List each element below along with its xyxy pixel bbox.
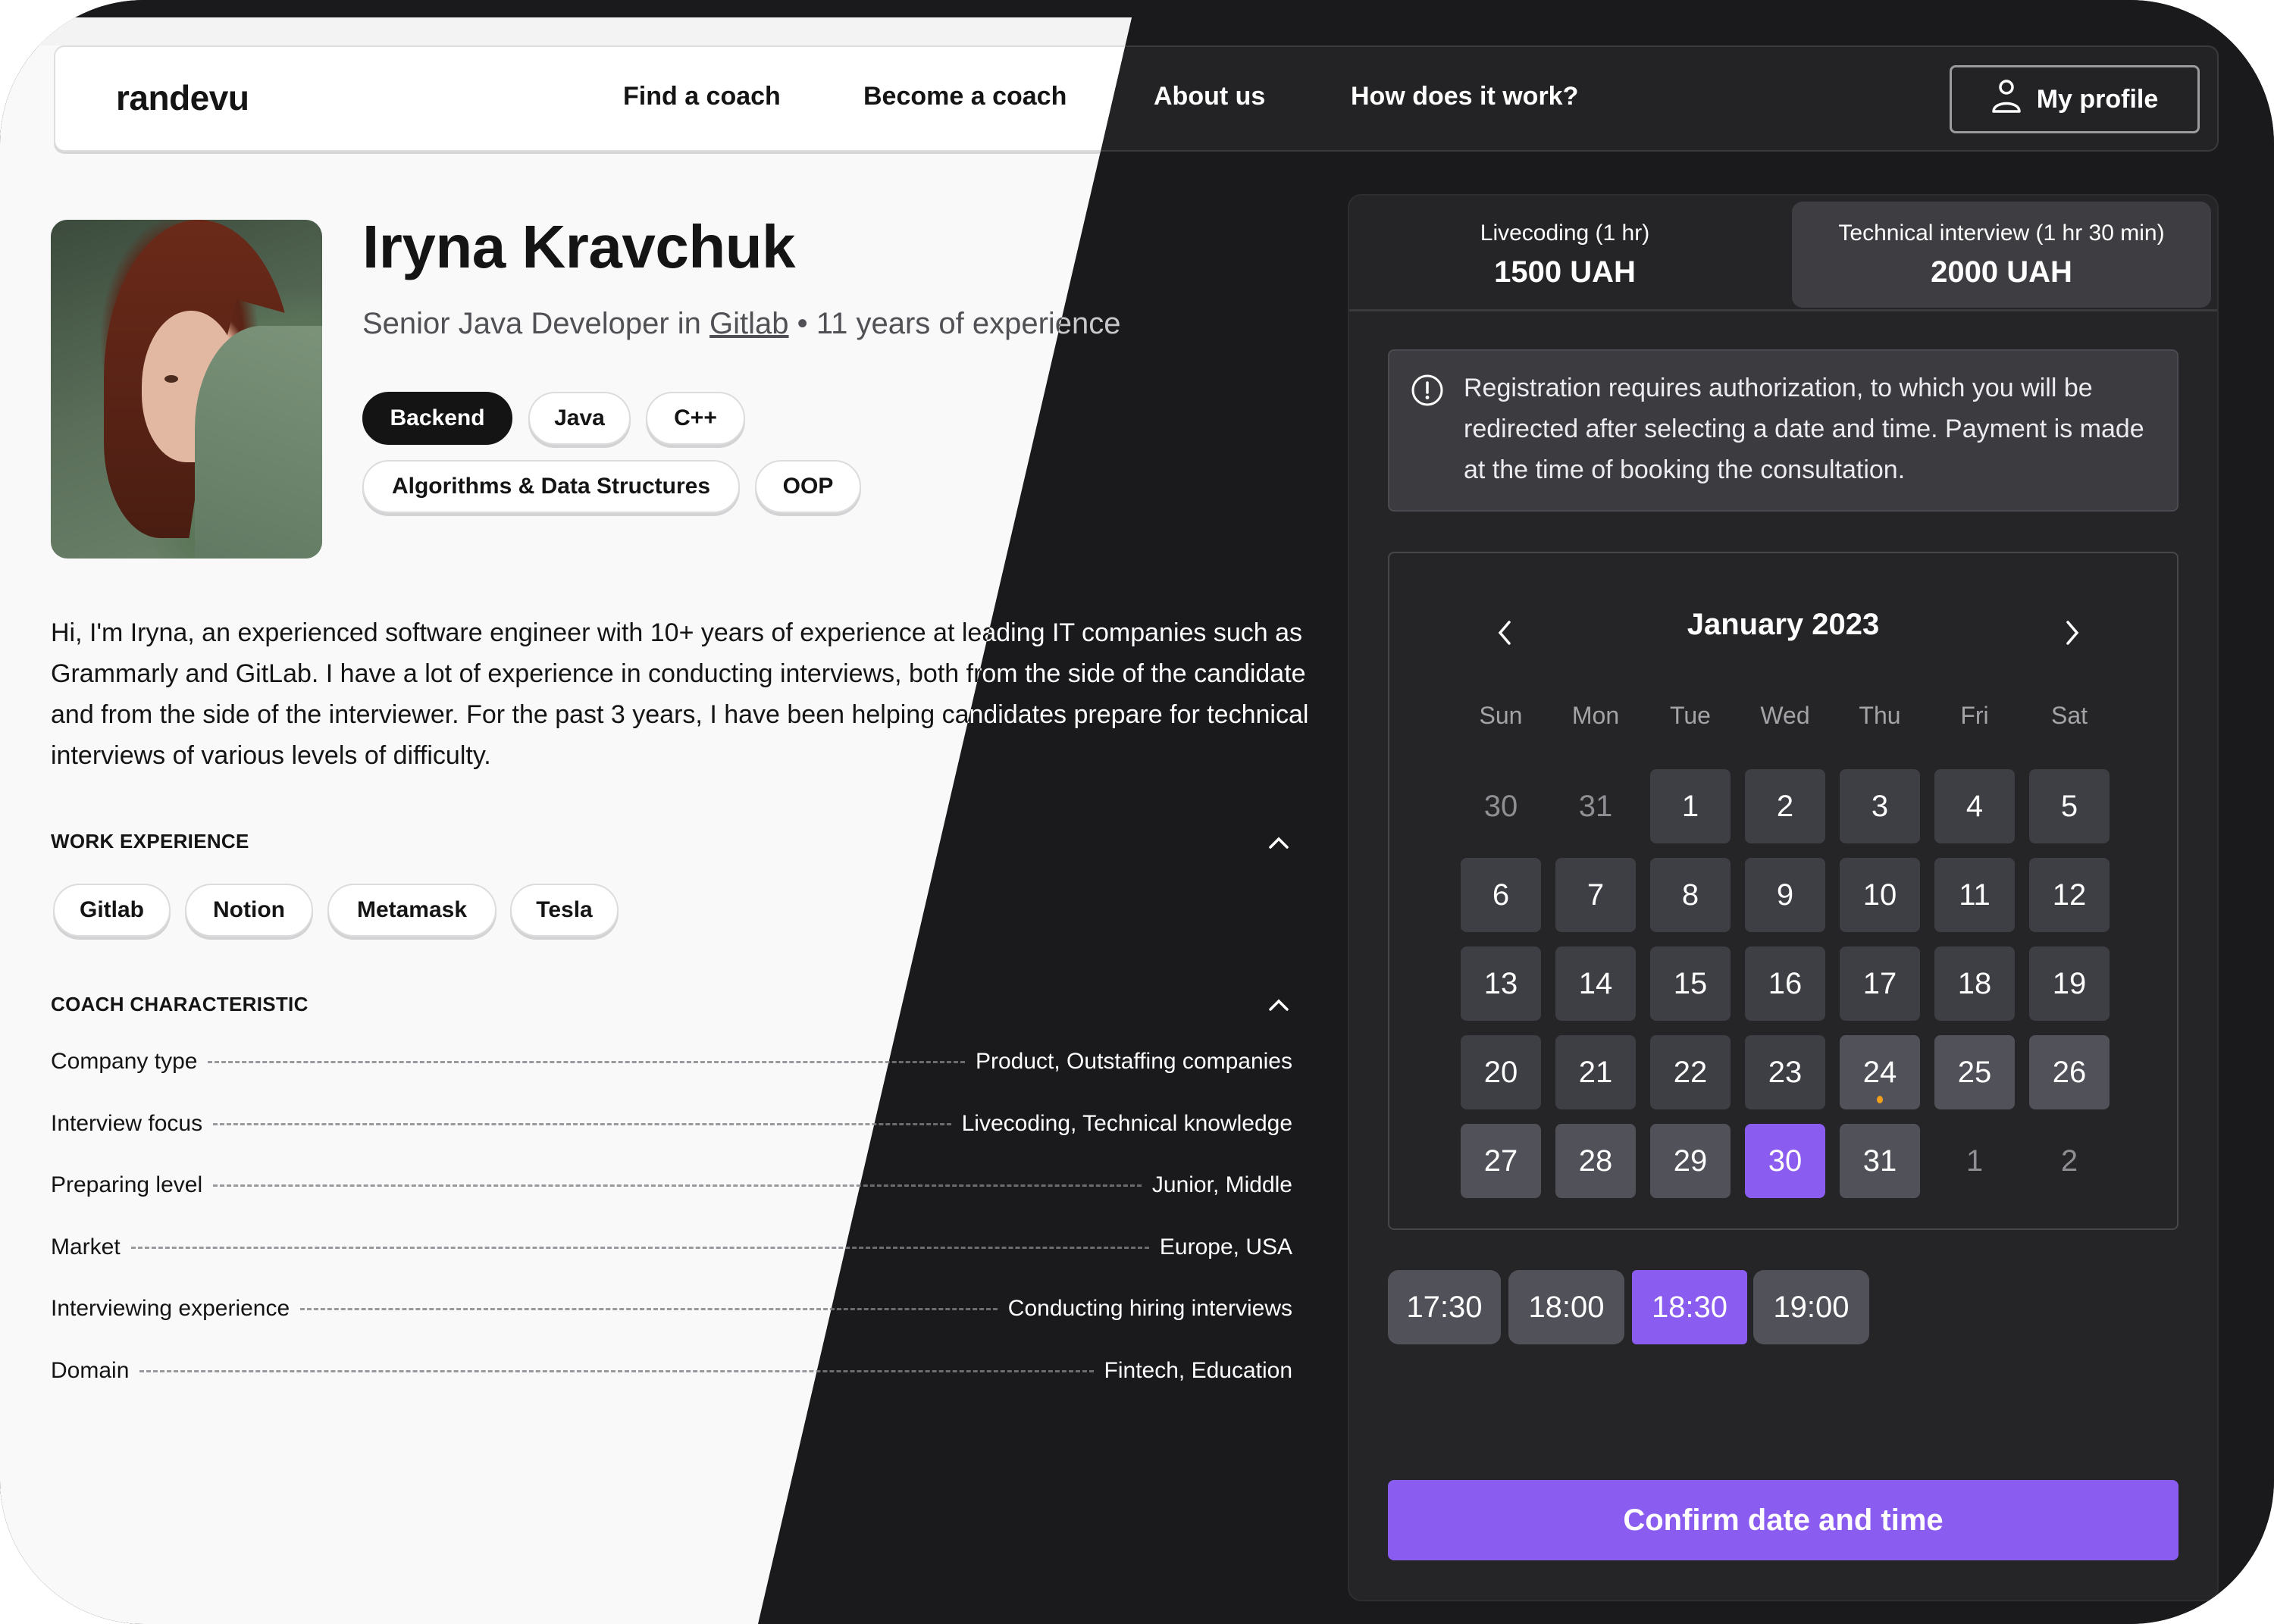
weekday-label: Mon	[1571, 702, 1620, 729]
calendar-day[interactable]: 24	[1840, 1035, 1920, 1109]
user-icon	[1991, 78, 2022, 121]
calendar-day[interactable]: 11	[1934, 858, 2015, 932]
confirm-date-time-button[interactable]: Confirm date and time	[1388, 1480, 2178, 1560]
calendar-day[interactable]: 10	[1840, 858, 1920, 932]
company-link[interactable]: Gitlab	[709, 307, 789, 340]
calendar-day[interactable]: 7	[1555, 858, 1636, 932]
tab-technical-interview[interactable]: Technical interview (1 hr 30 min) 2000 U…	[1792, 202, 2211, 308]
coach-photo	[51, 220, 322, 559]
calendar-day[interactable]: 23	[1745, 1035, 1825, 1109]
skill-tag[interactable]: C++	[646, 392, 745, 445]
today-indicator-dot	[1877, 1096, 1883, 1103]
calendar-day: 31	[1578, 789, 1613, 823]
calendar-day[interactable]: 16	[1745, 947, 1825, 1021]
calendar-month: January 2023	[1687, 608, 1880, 641]
skill-tag[interactable]: Algorithms & Data Structures	[362, 460, 740, 513]
logo[interactable]: randevu	[116, 77, 249, 118]
calendar-day[interactable]: 20	[1461, 1035, 1541, 1109]
calendar-day: 2	[2060, 1144, 2078, 1178]
time-slot[interactable]: 18:00	[1508, 1270, 1624, 1344]
work-experience-title: WORK EXPERIENCE	[51, 830, 249, 853]
calendar-day[interactable]: 26	[2029, 1035, 2110, 1109]
calendar-day: 30	[1483, 789, 1518, 823]
chevron-up-icon[interactable]	[1267, 834, 1290, 851]
weekday-label: Wed	[1760, 702, 1810, 729]
nav-become-coach[interactable]: Become a coach	[863, 82, 1067, 111]
company-chip[interactable]: Tesla	[510, 884, 619, 937]
nav-about-us[interactable]: About us	[1154, 82, 1265, 111]
calendar-day[interactable]: 15	[1650, 947, 1731, 1021]
calendar-day[interactable]: 3	[1840, 769, 1920, 843]
chevron-right-icon	[2063, 621, 2081, 651]
calendar-day[interactable]: 18	[1934, 947, 2015, 1021]
page-frame: randevu Find a coach Become a coach Abou…	[0, 0, 2274, 1624]
calendar-day[interactable]: 2	[1745, 769, 1825, 843]
company-chip[interactable]: Gitlab	[53, 884, 171, 937]
calendar-day[interactable]: 27	[1461, 1124, 1541, 1198]
time-slot[interactable]: 17:30	[1388, 1270, 1501, 1344]
time-slot[interactable]: 19:00	[1753, 1270, 1869, 1344]
calendar-day[interactable]: 1	[1650, 769, 1731, 843]
tab-livecoding[interactable]: Livecoding (1 hr) 1500 UAH	[1355, 202, 1774, 308]
calendar-day[interactable]: 5	[2029, 769, 2110, 843]
calendar-day[interactable]: 8	[1650, 858, 1731, 932]
calendar-day[interactable]: 22	[1650, 1035, 1731, 1109]
calendar-day[interactable]: 25	[1934, 1035, 2015, 1109]
coach-name: Iryna Kravchuk	[362, 213, 796, 280]
calendar-day[interactable]: 28	[1555, 1124, 1636, 1198]
my-profile-label: My profile	[2036, 84, 2159, 114]
calendar-day[interactable]: 19	[2029, 947, 2110, 1021]
calendar-day[interactable]: 14	[1555, 947, 1636, 1021]
weekday-label: Sun	[1479, 702, 1523, 729]
nav-find-coach[interactable]: Find a coach	[623, 82, 781, 111]
weekday-label: Tue	[1670, 702, 1711, 729]
nav-how-it-works[interactable]: How does it work?	[1351, 82, 1578, 111]
calendar-day[interactable]: 21	[1555, 1035, 1636, 1109]
info-icon	[1411, 374, 1444, 407]
calendar-day[interactable]: 31	[1840, 1124, 1920, 1198]
calendar-day[interactable]: 4	[1934, 769, 2015, 843]
calendar-day: 1	[1965, 1144, 1984, 1178]
info-notice: Registration requires authorization, to …	[1388, 349, 2178, 512]
calendar-day[interactable]: 29	[1650, 1124, 1731, 1198]
company-chip[interactable]: Notion	[185, 884, 313, 937]
calendar: January 2023 Sun Mon Tue Wed Thu Fri Sat 30 31 1…	[1388, 552, 2178, 1230]
tabs-divider	[1349, 309, 2217, 311]
booking-card: Livecoding (1 hr) 1500 UAH Technical int…	[1348, 194, 2219, 1601]
calendar-day-selected[interactable]: 30	[1745, 1124, 1825, 1198]
next-month-button[interactable]	[2063, 618, 2091, 656]
my-profile-button[interactable]: My profile	[1950, 65, 2200, 133]
skill-tag[interactable]: Java	[528, 392, 631, 445]
coach-characteristic-title: COACH CHARACTERISTIC	[51, 993, 309, 1015]
calendar-day[interactable]: 9	[1745, 858, 1825, 932]
chevron-up-icon[interactable]	[1267, 997, 1290, 1013]
time-slot-selected[interactable]: 18:30	[1632, 1270, 1747, 1344]
skill-tag[interactable]: OOP	[755, 460, 861, 513]
weekday-label: Fri	[1960, 702, 1989, 729]
calendar-day[interactable]: 12	[2029, 858, 2110, 932]
calendar-day[interactable]: 17	[1840, 947, 1920, 1021]
weekday-label: Thu	[1859, 702, 1901, 729]
calendar-day[interactable]: 13	[1461, 947, 1541, 1021]
company-chip[interactable]: Metamask	[327, 884, 496, 937]
coach-subtitle: Senior Java Developer in Gitlab • 11 yea…	[362, 307, 1121, 340]
calendar-day[interactable]: 6	[1461, 858, 1541, 932]
weekday-label: Sat	[2050, 702, 2088, 729]
skill-tag[interactable]: Backend	[362, 392, 512, 445]
